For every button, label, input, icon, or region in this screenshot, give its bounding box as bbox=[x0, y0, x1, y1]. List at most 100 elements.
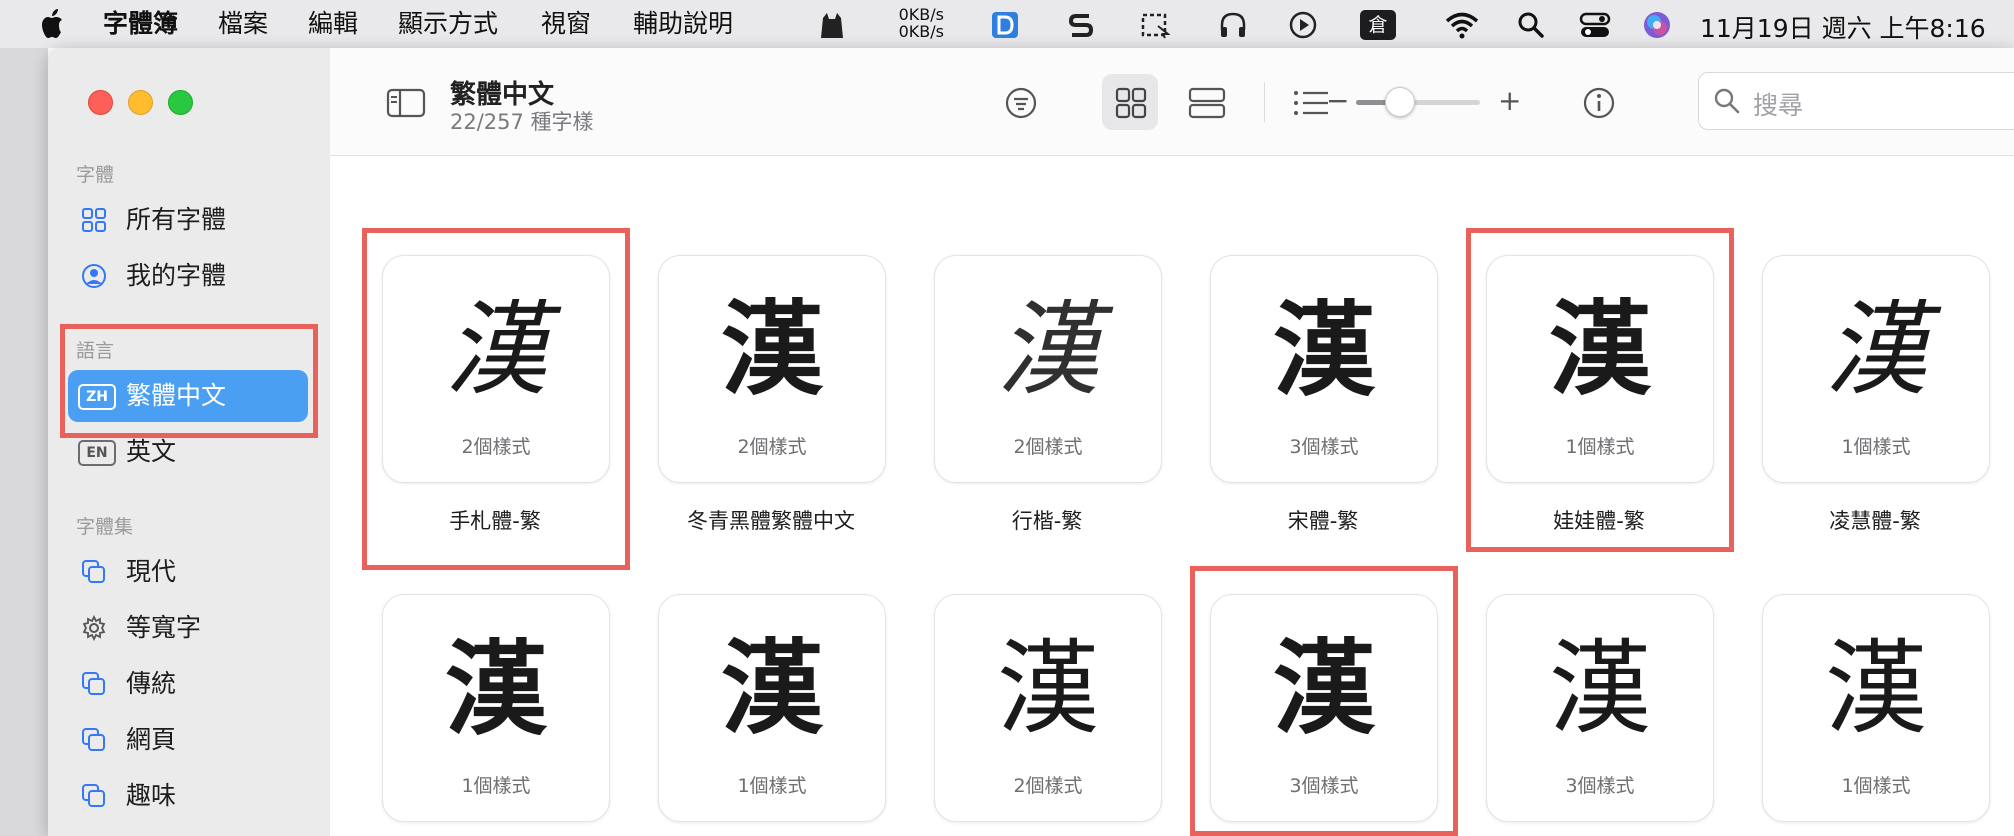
grid-view-button[interactable] bbox=[1102, 74, 1158, 130]
sidebar-item-label: 我的字體 bbox=[126, 261, 227, 290]
search-icon[interactable] bbox=[1516, 10, 1546, 40]
menu-clock[interactable]: 11月19日 週六 上午8:16 bbox=[1700, 9, 1986, 45]
wifi-icon[interactable] bbox=[1445, 10, 1479, 40]
font-card[interactable]: 漢 2個樣式 bbox=[934, 255, 1162, 483]
zoom-in-label[interactable]: + bbox=[1498, 86, 1521, 116]
font-style-count: 1個樣式 bbox=[461, 775, 531, 797]
font-style-count: 2個樣式 bbox=[1013, 436, 1083, 458]
sidebar-item-monospace[interactable]: 等寬字 bbox=[68, 602, 308, 654]
sidebar-item-label: 傳統 bbox=[126, 669, 177, 698]
cat-icon[interactable] bbox=[816, 10, 846, 40]
sidebar-item-label: 英文 bbox=[126, 437, 177, 466]
sidebar-item-all-fonts[interactable]: 所有字體 bbox=[68, 194, 308, 246]
control-center-icon[interactable] bbox=[1578, 10, 1612, 40]
highlight-card-1 bbox=[362, 228, 630, 570]
en-badge-icon: EN bbox=[78, 440, 116, 466]
font-family-name[interactable]: 凌慧體-繁 bbox=[1725, 505, 2014, 535]
net-upload-speed: 0KB/s bbox=[898, 5, 944, 24]
zoom-slider[interactable] bbox=[1356, 87, 1480, 117]
menu-app-name[interactable]: 字體簿 bbox=[103, 9, 178, 39]
font-style-count: 1個樣式 bbox=[737, 775, 807, 797]
sample-view-icon bbox=[1188, 87, 1226, 119]
toggle-sidebar-button[interactable] bbox=[374, 74, 430, 130]
sidebar-item-label: 等寬字 bbox=[126, 613, 202, 642]
search-placeholder: 搜尋 bbox=[1753, 91, 1804, 120]
font-card[interactable]: 漢 3個樣式 bbox=[1210, 255, 1438, 483]
siri-icon[interactable] bbox=[1642, 10, 1672, 40]
collection-icon bbox=[82, 784, 105, 807]
sidebar-toggle-icon bbox=[386, 88, 426, 118]
typeface-count: 22/257 種字樣 bbox=[450, 110, 594, 134]
font-sample-glyph: 漢 bbox=[1549, 630, 1651, 749]
sidebar-item-web[interactable]: 網頁 bbox=[68, 714, 308, 766]
network-speed[interactable]: 0KB/s 0KB/s bbox=[890, 6, 944, 40]
collection-icon bbox=[82, 560, 105, 583]
zoom-slider-knob[interactable] bbox=[1385, 87, 1416, 117]
sidebar-item-traditional[interactable]: 傳統 bbox=[68, 658, 308, 710]
font-sample-glyph: 漢 bbox=[721, 291, 823, 410]
filter-button[interactable] bbox=[992, 74, 1048, 130]
net-download-speed: 0KB/s bbox=[898, 22, 944, 41]
list-view-icon bbox=[1294, 91, 1328, 115]
sidebar-item-label: 網頁 bbox=[126, 725, 177, 754]
zoom-out-label[interactable]: − bbox=[1326, 86, 1349, 116]
font-card[interactable]: 漢 3個樣式 bbox=[1486, 594, 1714, 822]
sidebar-item-label: 趣味 bbox=[126, 781, 177, 810]
sidebar: 字體 所有字體 我的字體 語言 ZH 繁體中文 EN 英文 字體集 現代 等寬字… bbox=[48, 48, 331, 836]
font-card[interactable]: 漢 2個樣式 bbox=[658, 255, 886, 483]
font-style-count: 1個樣式 bbox=[1841, 436, 1911, 458]
close-window-button[interactable] bbox=[88, 90, 113, 115]
dict-icon[interactable] bbox=[990, 10, 1020, 40]
font-style-count: 3個樣式 bbox=[1289, 436, 1359, 458]
section-collections-label: 字體集 bbox=[76, 516, 134, 538]
section-fonts-label: 字體 bbox=[76, 164, 115, 186]
search-field[interactable]: 搜尋 bbox=[1698, 72, 2014, 130]
highlight-card-10 bbox=[1190, 566, 1458, 836]
play-icon[interactable] bbox=[1288, 10, 1318, 40]
font-style-count: 2個樣式 bbox=[737, 436, 807, 458]
info-button[interactable] bbox=[1570, 74, 1626, 130]
grid-view-icon bbox=[1115, 87, 1147, 119]
font-card[interactable]: 漢 2個樣式 bbox=[934, 594, 1162, 822]
person-circle-icon bbox=[82, 264, 106, 288]
menu-view[interactable]: 顯示方式 bbox=[398, 9, 498, 39]
font-sample-glyph: 漢 bbox=[445, 630, 547, 750]
sidebar-item-label: 所有字體 bbox=[126, 205, 227, 234]
font-style-count: 1個樣式 bbox=[1841, 775, 1911, 797]
font-sample-glyph: 漢 bbox=[721, 630, 823, 749]
menu-help[interactable]: 輔助說明 bbox=[633, 9, 733, 39]
screenshot-icon[interactable] bbox=[1140, 10, 1170, 40]
font-card[interactable]: 漢 1個樣式 bbox=[1762, 594, 1990, 822]
menu-edit[interactable]: 編輯 bbox=[308, 9, 358, 39]
headphones-icon[interactable] bbox=[1218, 10, 1248, 40]
apple-logo-icon[interactable] bbox=[38, 8, 68, 40]
sample-view-button[interactable] bbox=[1176, 74, 1232, 130]
input-method-cang-icon[interactable]: 倉 bbox=[1360, 10, 1396, 40]
gear-icon bbox=[82, 614, 106, 642]
font-grid: 漢 2個樣式 手札體-繁漢 2個樣式 冬青黑體繁體中文漢 2個樣式 行楷-繁漢 3個樣式 宋體-… bbox=[330, 156, 2014, 836]
font-card[interactable]: 漢 1個樣式 bbox=[382, 594, 610, 822]
font-family-name[interactable]: 行楷-繁 bbox=[897, 505, 1197, 535]
s-icon[interactable] bbox=[1066, 10, 1096, 40]
toolbar-divider bbox=[1264, 82, 1265, 122]
filter-icon bbox=[1005, 87, 1037, 119]
font-sample-glyph: 漢 bbox=[997, 630, 1099, 749]
font-style-count: 2個樣式 bbox=[1013, 775, 1083, 797]
toolbar: 繁體中文 22/257 種字樣 − + 搜尋 bbox=[330, 48, 2014, 156]
sidebar-item-modern[interactable]: 現代 bbox=[68, 546, 308, 598]
font-sample-glyph: 漢 bbox=[1825, 291, 1927, 410]
font-card[interactable]: 漢 1個樣式 bbox=[658, 594, 886, 822]
font-family-name[interactable]: 冬青黑體繁體中文 bbox=[621, 505, 921, 535]
zoom-window-button[interactable] bbox=[168, 90, 193, 115]
menu-bar: 字體簿 檔案 編輯 顯示方式 視窗 輔助說明 0KB/s 0KB/s 倉 11月… bbox=[0, 0, 2014, 48]
font-family-name[interactable]: 宋體-繁 bbox=[1173, 505, 1473, 535]
font-style-count: 3個樣式 bbox=[1565, 775, 1635, 797]
minimize-window-button[interactable] bbox=[128, 90, 153, 115]
menu-file[interactable]: 檔案 bbox=[218, 9, 268, 39]
search-icon bbox=[1714, 88, 1740, 114]
menu-window[interactable]: 視窗 bbox=[541, 9, 591, 39]
font-card[interactable]: 漢 1個樣式 bbox=[1762, 255, 1990, 483]
font-sample-glyph: 漢 bbox=[997, 291, 1099, 410]
sidebar-item-fun[interactable]: 趣味 bbox=[68, 770, 308, 822]
sidebar-item-my-fonts[interactable]: 我的字體 bbox=[68, 250, 308, 302]
